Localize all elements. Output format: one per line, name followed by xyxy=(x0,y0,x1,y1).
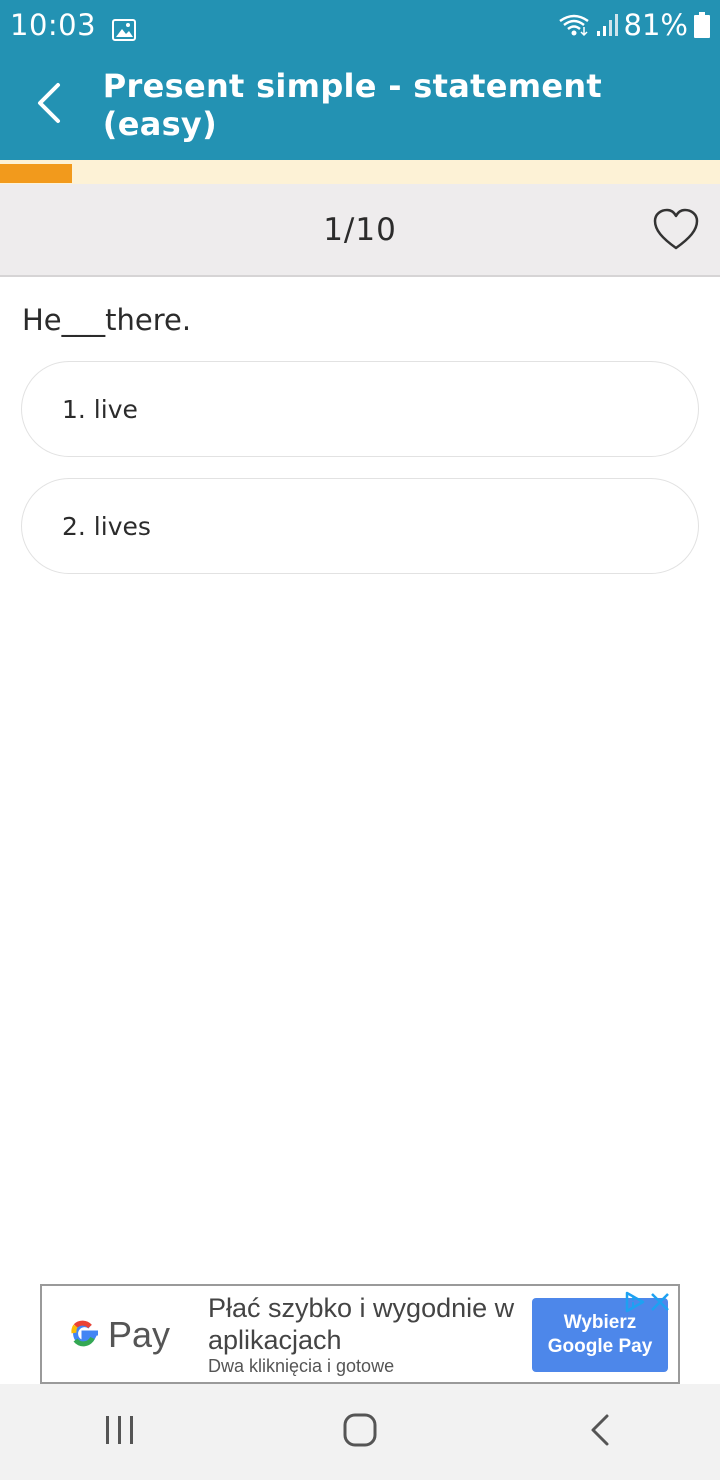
gpay-logo-text: Pay xyxy=(108,1314,171,1355)
progress-bar xyxy=(0,160,720,184)
chevron-left-icon xyxy=(34,82,64,128)
progress-fill xyxy=(0,164,72,183)
nav-back-button[interactable] xyxy=(550,1384,650,1480)
favorite-button[interactable] xyxy=(652,208,700,252)
home-icon xyxy=(343,1413,377,1451)
recent-apps-button[interactable] xyxy=(70,1384,170,1480)
question-text: He___there. xyxy=(22,303,192,337)
answer-option-1[interactable]: 1. live xyxy=(21,361,699,457)
ad-banner[interactable]: Pay Płać szybko i wygodnie w aplikacjach… xyxy=(40,1284,680,1384)
home-button[interactable] xyxy=(310,1384,410,1480)
google-pay-logo: Pay xyxy=(66,1312,170,1358)
adchoices-icon[interactable] xyxy=(622,1290,646,1314)
system-nav-bar xyxy=(0,1384,720,1480)
answer-option-2[interactable]: 2. lives xyxy=(21,478,699,574)
signal-icon xyxy=(596,13,618,37)
ad-headline: Płać szybko i wygodnie w aplikacjach xyxy=(208,1293,515,1355)
status-indicators: 81% xyxy=(558,8,710,42)
answer-label: 1. live xyxy=(62,394,138,424)
battery-percent: 81% xyxy=(623,8,688,42)
google-g-icon xyxy=(66,1315,102,1356)
page-title: Present simple - statement (easy) xyxy=(102,67,603,143)
answer-label: 2. lives xyxy=(62,511,151,541)
gallery-icon xyxy=(112,14,137,41)
question-counter: 1/10 xyxy=(323,211,397,248)
back-icon xyxy=(589,1413,611,1451)
recent-apps-icon xyxy=(103,1414,137,1450)
status-bar: 10:03 81% xyxy=(0,0,720,50)
app-bar: Present simple - statement (easy) xyxy=(0,50,720,160)
heart-outline-icon xyxy=(652,208,700,256)
battery-icon xyxy=(694,12,710,38)
close-icon[interactable] xyxy=(648,1290,672,1314)
question-header: 1/10 xyxy=(0,184,720,277)
status-time: 10:03 xyxy=(10,8,97,42)
wifi-icon xyxy=(558,13,590,37)
back-button[interactable] xyxy=(0,50,99,160)
ad-subtext: Dwa kliknięcia i gotowe xyxy=(208,1356,395,1376)
